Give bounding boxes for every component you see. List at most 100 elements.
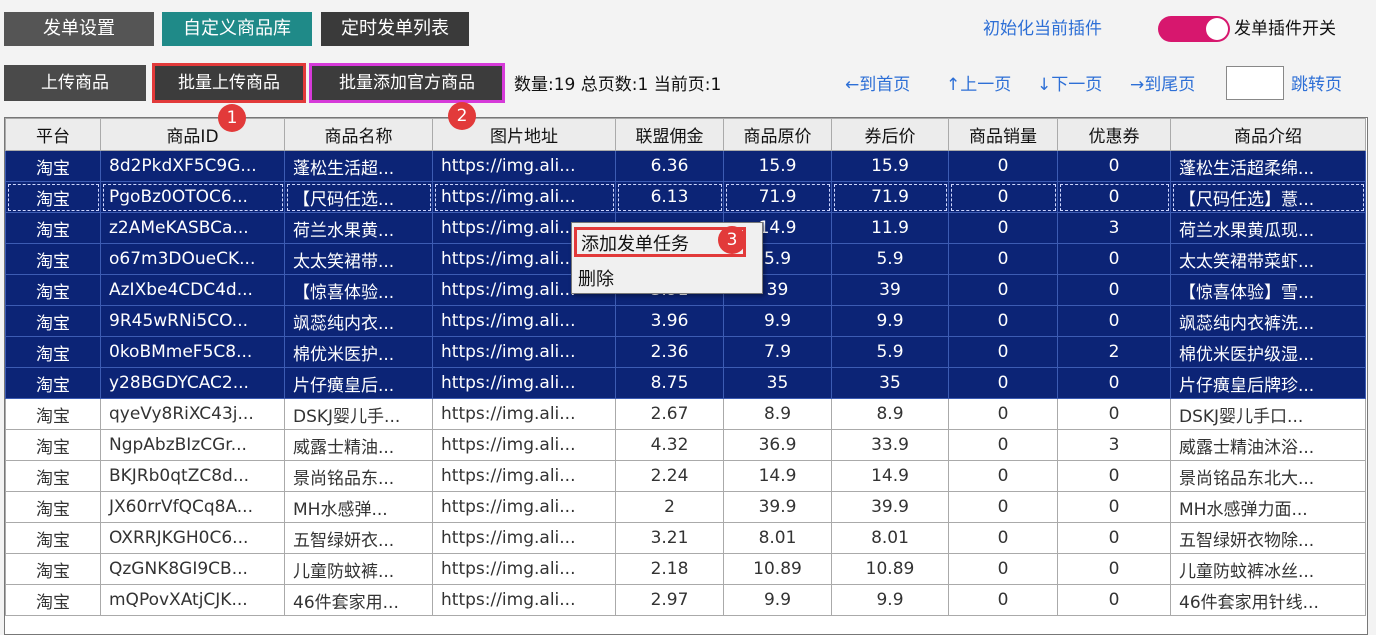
cell-sales: 0 [948, 553, 1058, 585]
last-page-link[interactable]: →到尾页 [1130, 70, 1195, 95]
table-row[interactable]: 淘宝 JX60rrVfQCq8A... MH水感弹... https://img.al… [5, 491, 1366, 523]
cell-coupon: 0 [1057, 367, 1171, 399]
cell-sales: 0 [948, 460, 1058, 492]
cell-coupon-price: 9.9 [831, 584, 949, 616]
table-row[interactable]: 淘宝 9R45wRNi5CO... 飒蕊纯内衣... https://img.ali.… [5, 305, 1366, 337]
cell-product-name: 景尚铭品东... [284, 460, 433, 492]
cell-product-id: 8d2PkdXF5C9G... [100, 150, 285, 182]
column-header-coupon-price[interactable]: 券后价 [831, 118, 949, 151]
cell-description: 【惊喜体验】雪... [1170, 274, 1366, 306]
cell-coupon: 0 [1057, 522, 1171, 554]
cell-commission: 2.36 [615, 336, 724, 368]
cell-sales: 0 [948, 212, 1058, 244]
column-header-product-name[interactable]: 商品名称 [284, 118, 433, 151]
cell-product-name: 棉优米医护... [284, 336, 433, 368]
next-page-link[interactable]: ↓下一页 [1037, 70, 1102, 95]
cell-description: 【尺码任选】薏... [1170, 181, 1366, 213]
cell-commission: 2.67 [615, 398, 724, 430]
page-number-input[interactable] [1226, 66, 1284, 100]
cell-product-id: PgoBz0OTOC6... [100, 181, 285, 213]
cell-commission: 4.32 [615, 429, 724, 461]
tab-custom-product-library[interactable]: 自定义商品库 [162, 12, 312, 46]
table-row[interactable]: 淘宝 QzGNK8GI9CB... 儿童防蚊裤... https://img.ali.… [5, 553, 1366, 585]
cell-platform: 淘宝 [5, 274, 101, 306]
cell-sales: 0 [948, 367, 1058, 399]
cell-sales: 0 [948, 336, 1058, 368]
cell-coupon-price: 10.89 [831, 553, 949, 585]
cell-sales: 0 [948, 584, 1058, 616]
column-header-description[interactable]: 商品介绍 [1170, 118, 1366, 151]
cell-sales: 0 [948, 243, 1058, 275]
cell-product-id: 0koBMmeF5C8... [100, 336, 285, 368]
cell-coupon: 0 [1057, 181, 1171, 213]
plugin-switch-label: 发单插件开关 [1234, 19, 1336, 39]
cell-platform: 淘宝 [5, 243, 101, 275]
table-row[interactable]: 淘宝 OXRRJKGH0C6... 五智绿妍衣... https://img.ali.… [5, 522, 1366, 554]
cell-coupon: 0 [1057, 491, 1171, 523]
cell-product-name: 蓬松生活超... [284, 150, 433, 182]
cell-commission: 3.96 [615, 305, 724, 337]
step-badge-1: 1 [218, 104, 246, 132]
cell-description: 片仔癀皇后牌珍... [1170, 367, 1366, 399]
prev-page-link[interactable]: ↑上一页 [946, 70, 1011, 95]
cell-original-price: 9.9 [723, 305, 832, 337]
cell-product-name: 威露士精油... [284, 429, 433, 461]
cell-description: 儿童防蚊裤冰丝... [1170, 553, 1366, 585]
table-row[interactable]: 淘宝 0koBMmeF5C8... 棉优米医护... https://img.ali.… [5, 336, 1366, 368]
column-header-original-price[interactable]: 商品原价 [723, 118, 832, 151]
cell-platform: 淘宝 [5, 212, 101, 244]
cell-product-name: 飒蕊纯内衣... [284, 305, 433, 337]
cell-original-price: 15.9 [723, 150, 832, 182]
cell-product-id: AzIXbe4CDC4d... [100, 274, 285, 306]
cell-product-name: 【尺码任选... [284, 181, 433, 213]
cell-coupon-price: 9.9 [831, 305, 949, 337]
column-header-platform[interactable]: 平台 [5, 118, 101, 151]
cell-platform: 淘宝 [5, 491, 101, 523]
jump-page-link[interactable]: 跳转页 [1291, 70, 1342, 95]
upload-product-button[interactable]: 上传商品 [4, 65, 146, 101]
table-row[interactable]: 淘宝 qyeVy8RiXC43j... DSKJ婴儿手... https://img.… [5, 398, 1366, 430]
cell-coupon-price: 5.9 [831, 243, 949, 275]
product-table: 平台 商品ID 商品名称 图片地址 联盟佣金 商品原价 券后价 商品销量 优惠券 商品介绍 淘宝 8… [4, 117, 1368, 635]
cell-commission: 2.24 [615, 460, 724, 492]
table-row[interactable]: 淘宝 mQPovXAtjCJK... 46件套家用... https://img.al… [5, 584, 1366, 616]
cell-platform: 淘宝 [5, 522, 101, 554]
table-row[interactable]: 淘宝 y28BGDYCAC2... 片仔癀皇后... https://img.ali.… [5, 367, 1366, 399]
table-row[interactable]: 淘宝 PgoBz0OTOC6... 【尺码任选... https://img.ali.… [5, 181, 1366, 213]
init-plugin-link[interactable]: 初始化当前插件 [983, 14, 1102, 39]
cell-image-url: https://img.ali... [432, 336, 616, 368]
column-header-product-id[interactable]: 商品ID [100, 118, 285, 151]
cell-description: 威露士精油沐浴... [1170, 429, 1366, 461]
cell-commission: 2 [615, 491, 724, 523]
plugin-switch-toggle[interactable] [1158, 16, 1230, 42]
cell-product-name: 儿童防蚊裤... [284, 553, 433, 585]
cell-product-id: OXRRJKGH0C6... [100, 522, 285, 554]
cell-platform: 淘宝 [5, 429, 101, 461]
table-row[interactable]: 淘宝 NgpAbzBIzCGr... 威露士精油... https://img.ali… [5, 429, 1366, 461]
cell-commission: 6.13 [615, 181, 724, 213]
cell-original-price: 7.9 [723, 336, 832, 368]
first-page-link[interactable]: ←到首页 [845, 70, 910, 95]
cell-product-name: 片仔癀皇后... [284, 367, 433, 399]
table-row[interactable]: 淘宝 8d2PkdXF5C9G... 蓬松生活超... https://img.ali… [5, 150, 1366, 182]
cell-coupon: 0 [1057, 243, 1171, 275]
tab-send-settings[interactable]: 发单设置 [4, 12, 154, 46]
cell-image-url: https://img.ali... [432, 305, 616, 337]
cell-sales: 0 [948, 491, 1058, 523]
cell-description: 飒蕊纯内衣裤洗... [1170, 305, 1366, 337]
tab-scheduled-send-list[interactable]: 定时发单列表 [321, 12, 469, 46]
column-header-commission[interactable]: 联盟佣金 [615, 118, 724, 151]
cell-product-id: QzGNK8GI9CB... [100, 553, 285, 585]
column-header-sales[interactable]: 商品销量 [948, 118, 1058, 151]
batch-upload-button[interactable]: 批量上传商品 [152, 63, 306, 103]
cell-description: 46件套家用针线... [1170, 584, 1366, 616]
delete-menu-item[interactable]: 删除 [578, 265, 614, 291]
column-header-coupon[interactable]: 优惠券 [1057, 118, 1171, 151]
cell-commission: 8.75 [615, 367, 724, 399]
cell-product-name: DSKJ婴儿手... [284, 398, 433, 430]
cell-description: 景尚铭品东北大... [1170, 460, 1366, 492]
batch-add-official-button[interactable]: 批量添加官方商品 [309, 63, 505, 103]
page-stats: 数量:19 总页数:1 当前页:1 [514, 75, 722, 95]
table-row[interactable]: 淘宝 BKJRb0qtZC8d... 景尚铭品东... https://img.ali… [5, 460, 1366, 492]
cell-platform: 淘宝 [5, 398, 101, 430]
